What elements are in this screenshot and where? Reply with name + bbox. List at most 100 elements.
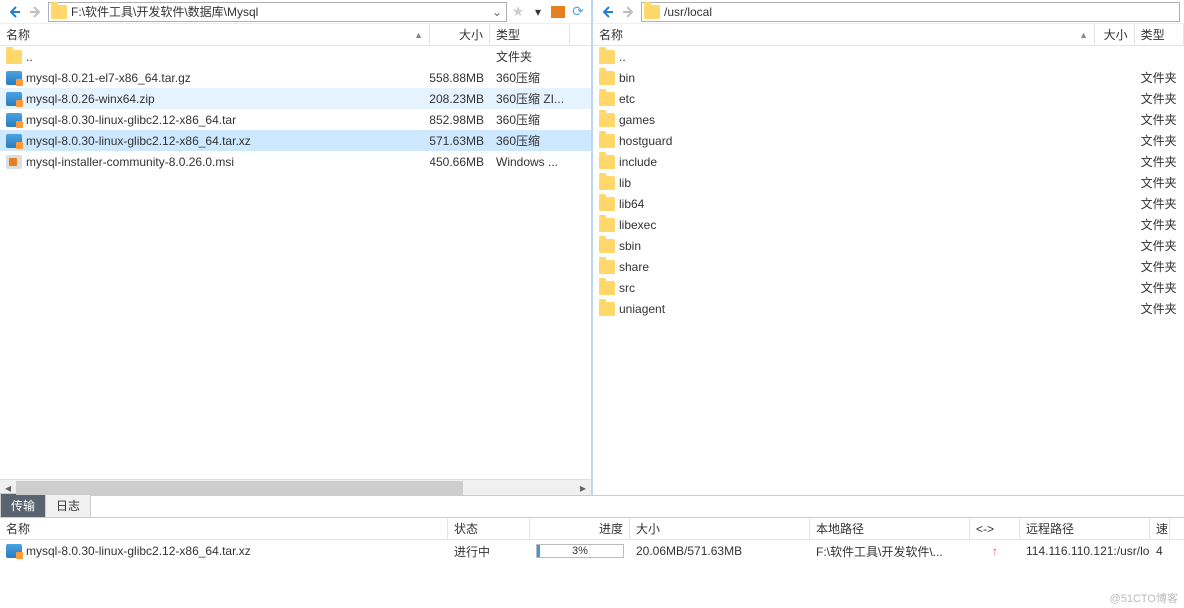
favorite-icon[interactable]: ★: [509, 3, 527, 21]
remote-column-headers: 名称▲ 大小 类型: [593, 24, 1184, 46]
home-icon[interactable]: [549, 3, 567, 21]
file-size: 852.98MB: [430, 109, 490, 130]
file-name: lib64: [619, 197, 644, 211]
file-row[interactable]: include文件夹: [593, 151, 1184, 172]
file-row[interactable]: lib64文件夹: [593, 193, 1184, 214]
xcol-speed[interactable]: 速: [1150, 518, 1170, 539]
file-row[interactable]: mysql-8.0.30-linux-glibc2.12-x86_64.tar.…: [0, 130, 591, 151]
remote-path-input[interactable]: /usr/local: [641, 2, 1180, 22]
file-size: [1095, 235, 1135, 256]
local-file-list[interactable]: .. 文件夹mysql-8.0.21-el7-x86_64.tar.gz558.8…: [0, 46, 591, 479]
file-type: 文件夹: [1135, 130, 1184, 151]
folder-icon: [599, 281, 615, 295]
file-size: 571.63MB: [430, 130, 490, 151]
file-row[interactable]: uniagent文件夹: [593, 298, 1184, 319]
dropdown-icon[interactable]: ⌄: [490, 5, 504, 19]
folder-icon: [599, 113, 615, 127]
file-row[interactable]: .. 文件夹: [0, 46, 591, 67]
file-row[interactable]: sbin文件夹: [593, 235, 1184, 256]
sort-asc-icon: ▲: [414, 30, 423, 40]
file-row[interactable]: share文件夹: [593, 256, 1184, 277]
xfer-local: F:\软件工具\开发软件\...: [810, 540, 970, 562]
file-size: [1095, 214, 1135, 235]
watermark: @51CTO博客: [1110, 590, 1178, 606]
tab-transfer[interactable]: 传输: [0, 493, 46, 517]
xfer-progress: 3%: [530, 540, 630, 562]
xcol-name[interactable]: 名称: [0, 518, 448, 539]
file-type: 360压缩: [490, 130, 570, 151]
archive-icon: [6, 134, 22, 148]
xfer-size: 20.06MB/571.63MB: [630, 540, 810, 562]
refresh-icon[interactable]: ⟳: [569, 3, 587, 21]
local-path-text: F:\软件工具\开发软件\数据库\Mysql: [71, 3, 490, 20]
col-type[interactable]: 类型: [490, 24, 570, 45]
file-row[interactable]: bin文件夹: [593, 67, 1184, 88]
xfer-speed: 4: [1150, 540, 1170, 562]
file-row[interactable]: games文件夹: [593, 109, 1184, 130]
file-row[interactable]: mysql-8.0.26-winx64.zip208.23MB360压缩 ZI.…: [0, 88, 591, 109]
file-name: sbin: [619, 239, 641, 253]
xfer-name: mysql-8.0.30-linux-glibc2.12-x86_64.tar.…: [0, 540, 448, 562]
file-row[interactable]: etc文件夹: [593, 88, 1184, 109]
file-name: mysql-8.0.26-winx64.zip: [26, 92, 155, 106]
file-row[interactable]: libexec文件夹: [593, 214, 1184, 235]
file-row[interactable]: src 文件夹: [593, 277, 1184, 298]
xcol-status[interactable]: 状态: [448, 518, 530, 539]
file-name: src: [619, 281, 635, 295]
file-size: [1095, 88, 1135, 109]
file-type: 360压缩: [490, 67, 570, 88]
local-path-input[interactable]: F:\软件工具\开发软件\数据库\Mysql ⌄: [48, 2, 507, 22]
folder-icon: [599, 197, 615, 211]
file-name: games: [619, 113, 655, 127]
col-size[interactable]: 大小: [1095, 24, 1135, 45]
file-type: 文件夹: [490, 46, 570, 67]
file-size: 208.23MB: [430, 88, 490, 109]
forward-button[interactable]: [26, 2, 46, 22]
bookmark-dropdown-icon[interactable]: ▾: [529, 3, 547, 21]
file-row[interactable]: mysql-installer-community-8.0.26.0.msi45…: [0, 151, 591, 172]
tab-log[interactable]: 日志: [45, 493, 91, 517]
remote-file-list[interactable]: ..bin文件夹etc文件夹games文件夹hostguard文件夹includ…: [593, 46, 1184, 495]
transfer-row[interactable]: mysql-8.0.30-linux-glibc2.12-x86_64.tar.…: [0, 540, 1184, 562]
file-type: 360压缩: [490, 109, 570, 130]
forward-button[interactable]: [619, 2, 639, 22]
file-row[interactable]: hostguard 文件夹: [593, 130, 1184, 151]
file-type: 文件夹: [1135, 277, 1184, 298]
back-button[interactable]: [597, 2, 617, 22]
transfer-headers: 名称 状态 进度 大小 本地路径 <-> 远程路径 速: [0, 518, 1184, 540]
bottom-tabs: 传输 日志: [0, 496, 1184, 518]
file-name: ..: [26, 50, 33, 64]
file-size: 450.66MB: [430, 151, 490, 172]
file-row[interactable]: mysql-8.0.21-el7-x86_64.tar.gz558.88MB36…: [0, 67, 591, 88]
col-name[interactable]: 名称▲: [593, 24, 1095, 45]
scrollbar-thumb[interactable]: [16, 481, 463, 495]
file-row[interactable]: mysql-8.0.30-linux-glibc2.12-x86_64.tar 8…: [0, 109, 591, 130]
folder-icon: [599, 71, 615, 85]
file-name: share: [619, 260, 649, 274]
xcol-local[interactable]: 本地路径: [810, 518, 970, 539]
file-name: mysql-8.0.30-linux-glibc2.12-x86_64.tar: [26, 113, 236, 127]
file-size: [1095, 172, 1135, 193]
xcol-remote[interactable]: 远程路径: [1020, 518, 1150, 539]
file-type: 文件夹: [1135, 214, 1184, 235]
folder-icon: [599, 92, 615, 106]
horizontal-scrollbar[interactable]: ◂ ▸: [0, 479, 591, 495]
col-name[interactable]: 名称▲: [0, 24, 430, 45]
file-name: include: [619, 155, 657, 169]
file-size: [1095, 130, 1135, 151]
col-type[interactable]: 类型: [1135, 24, 1184, 45]
file-row[interactable]: ..: [593, 46, 1184, 67]
file-name: mysql-8.0.30-linux-glibc2.12-x86_64.tar.…: [26, 134, 251, 148]
col-size[interactable]: 大小: [430, 24, 490, 45]
xcol-size[interactable]: 大小: [630, 518, 810, 539]
folder-icon: [51, 5, 67, 19]
back-button[interactable]: [4, 2, 24, 22]
file-row[interactable]: lib文件夹: [593, 172, 1184, 193]
file-type: 文件夹: [1135, 298, 1184, 319]
file-name: lib: [619, 176, 631, 190]
xcol-direction[interactable]: <->: [970, 518, 1020, 539]
scroll-right-icon[interactable]: ▸: [575, 481, 591, 495]
xcol-progress[interactable]: 进度: [530, 518, 630, 539]
file-name: hostguard: [619, 134, 672, 148]
folder-icon: [599, 134, 615, 148]
